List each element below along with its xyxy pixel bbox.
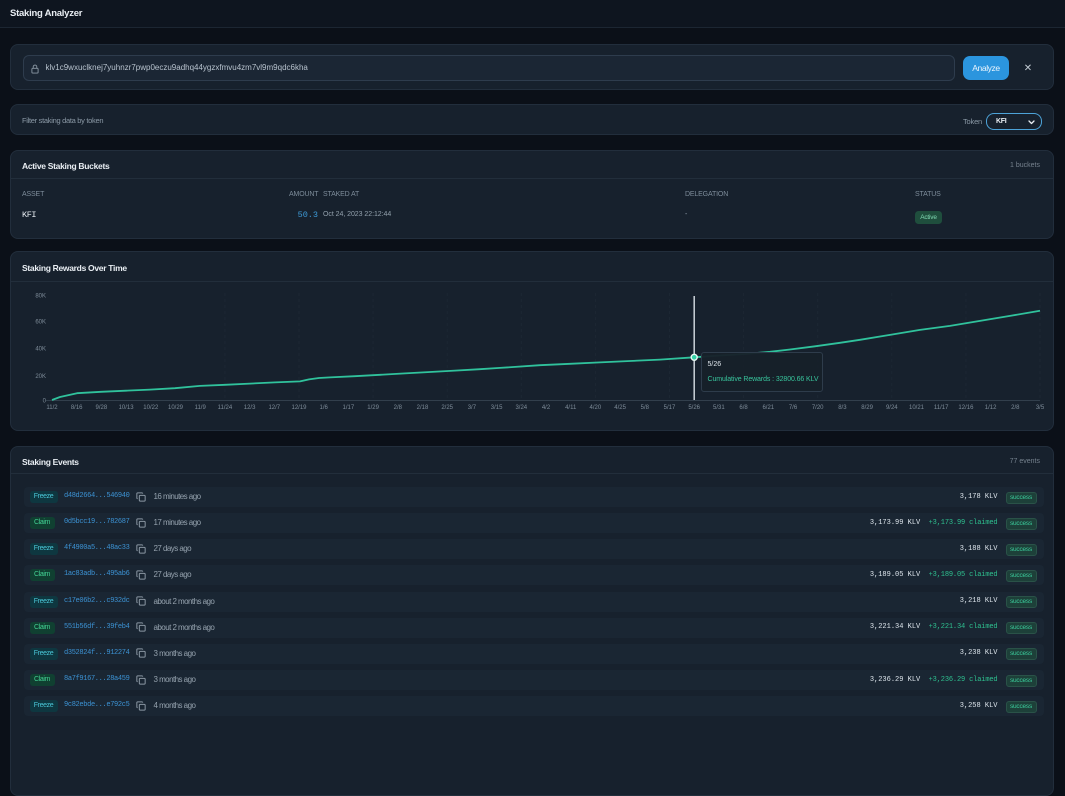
svg-text:3/5: 3/5: [1036, 405, 1045, 411]
svg-text:2/8: 2/8: [1011, 405, 1020, 411]
svg-text:1/17: 1/17: [343, 405, 355, 411]
svg-text:60K: 60K: [35, 320, 46, 326]
svg-text:12/16: 12/16: [958, 405, 974, 411]
svg-text:0: 0: [43, 399, 47, 405]
svg-text:4/25: 4/25: [614, 405, 626, 411]
svg-text:10/13: 10/13: [119, 405, 135, 411]
svg-text:3/24: 3/24: [515, 405, 527, 411]
svg-text:7/20: 7/20: [812, 405, 824, 411]
svg-text:3/7: 3/7: [468, 405, 477, 411]
svg-text:11/2: 11/2: [46, 405, 58, 411]
svg-text:1/6: 1/6: [320, 405, 329, 411]
svg-text:5/26: 5/26: [688, 405, 700, 411]
svg-text:2/8: 2/8: [394, 405, 403, 411]
svg-text:8/29: 8/29: [861, 405, 873, 411]
svg-text:2/25: 2/25: [441, 405, 453, 411]
svg-text:9/28: 9/28: [96, 405, 108, 411]
svg-text:8/3: 8/3: [838, 405, 847, 411]
svg-text:12/7: 12/7: [268, 405, 280, 411]
svg-text:40K: 40K: [35, 347, 46, 353]
svg-text:20K: 20K: [35, 374, 46, 380]
svg-text:12/19: 12/19: [291, 405, 307, 411]
svg-text:5/17: 5/17: [664, 405, 676, 411]
svg-text:8/16: 8/16: [71, 405, 83, 411]
svg-text:11/17: 11/17: [934, 405, 949, 411]
svg-text:5/31: 5/31: [713, 405, 725, 411]
svg-text:11/24: 11/24: [218, 405, 233, 411]
svg-text:7/6: 7/6: [789, 405, 798, 411]
svg-text:4/20: 4/20: [590, 405, 602, 411]
svg-text:1/29: 1/29: [367, 405, 379, 411]
svg-text:5/8: 5/8: [641, 405, 650, 411]
svg-text:12/3: 12/3: [244, 405, 256, 411]
svg-text:6/21: 6/21: [762, 405, 774, 411]
svg-text:10/21: 10/21: [909, 405, 925, 411]
svg-text:1/12: 1/12: [985, 405, 997, 411]
svg-text:4/11: 4/11: [565, 405, 577, 411]
svg-text:3/15: 3/15: [491, 405, 503, 411]
svg-text:80K: 80K: [35, 294, 46, 300]
svg-text:11/9: 11/9: [195, 405, 207, 411]
svg-text:9/24: 9/24: [886, 405, 898, 411]
svg-text:2/18: 2/18: [417, 405, 429, 411]
svg-text:10/22: 10/22: [143, 405, 159, 411]
svg-text:10/29: 10/29: [168, 405, 184, 411]
svg-text:4/2: 4/2: [542, 405, 551, 411]
svg-text:6/8: 6/8: [739, 405, 748, 411]
